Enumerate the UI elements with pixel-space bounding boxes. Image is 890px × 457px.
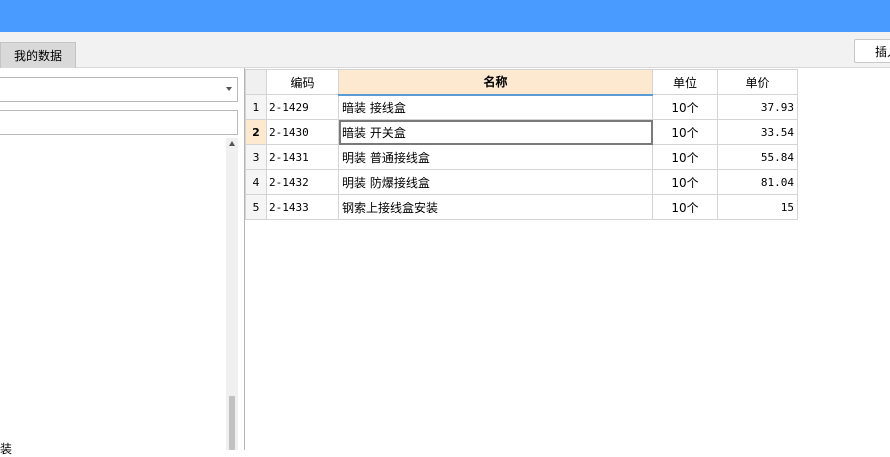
name-cell[interactable]: 明装 普通接线盒 [338, 144, 653, 170]
price-cell[interactable]: 55.84 [717, 144, 798, 170]
price-cell[interactable]: 81.04 [717, 169, 798, 195]
unit-cell[interactable]: 10个 [652, 119, 718, 145]
table-row[interactable]: 1 2-1429 暗装 接线盒 10个 37.93 [245, 94, 798, 120]
price-cell[interactable]: 15 [717, 194, 798, 220]
insert-button[interactable]: 插入 [854, 39, 890, 63]
tab-strip: 我的数据 插入 [0, 32, 890, 68]
unit-cell[interactable]: 10个 [652, 194, 718, 220]
tree-item-partial[interactable]: 装 [0, 440, 12, 457]
quota-grid: 编码 名称 单位 单价 1 2-1429 暗装 接线盒 10个 37.93 2 … [245, 69, 798, 220]
column-header-unit[interactable]: 单位 [652, 69, 718, 95]
table-row[interactable]: 5 2-1433 钢索上接线盒安装 10个 15 [245, 194, 798, 220]
grid-header-row: 编码 名称 单位 单价 [245, 69, 798, 96]
left-panel: 装 [0, 68, 240, 456]
name-cell-active[interactable]: 暗装 开关盒 [338, 119, 653, 145]
table-row-selected[interactable]: 2 2-1430 暗装 开关盒 10个 33.54 [245, 119, 798, 145]
row-number[interactable]: 3 [245, 144, 267, 170]
code-cell[interactable]: 2-1431 [266, 144, 339, 170]
column-header-code[interactable]: 编码 [266, 69, 339, 95]
row-number[interactable]: 1 [245, 94, 267, 120]
tab-my-data[interactable]: 我的数据 [0, 42, 76, 68]
row-number[interactable]: 5 [245, 194, 267, 220]
code-cell[interactable]: 2-1433 [266, 194, 339, 220]
chevron-down-icon [226, 87, 232, 91]
column-header-price[interactable]: 单价 [717, 69, 798, 95]
category-dropdown[interactable] [0, 77, 238, 102]
search-input[interactable] [0, 110, 238, 135]
name-cell[interactable]: 钢索上接线盒安装 [338, 194, 653, 220]
column-header-name[interactable]: 名称 [338, 69, 653, 96]
tree-scrollbar[interactable] [226, 138, 238, 450]
unit-cell[interactable]: 10个 [652, 169, 718, 195]
code-cell[interactable]: 2-1429 [266, 94, 339, 120]
price-cell[interactable]: 33.54 [717, 119, 798, 145]
row-number-header[interactable] [245, 69, 267, 95]
unit-cell[interactable]: 10个 [652, 94, 718, 120]
scroll-up-arrow-icon[interactable] [229, 141, 235, 146]
scroll-thumb[interactable] [229, 396, 235, 450]
table-row[interactable]: 3 2-1431 明装 普通接线盒 10个 55.84 [245, 144, 798, 170]
title-bar [0, 0, 890, 32]
code-cell[interactable]: 2-1430 [266, 119, 339, 145]
row-number[interactable]: 4 [245, 169, 267, 195]
name-cell[interactable]: 暗装 接线盒 [338, 94, 653, 120]
code-cell[interactable]: 2-1432 [266, 169, 339, 195]
unit-cell[interactable]: 10个 [652, 144, 718, 170]
name-cell[interactable]: 明装 防爆接线盒 [338, 169, 653, 195]
price-cell[interactable]: 37.93 [717, 94, 798, 120]
table-row[interactable]: 4 2-1432 明装 防爆接线盒 10个 81.04 [245, 169, 798, 195]
row-number[interactable]: 2 [245, 119, 267, 145]
